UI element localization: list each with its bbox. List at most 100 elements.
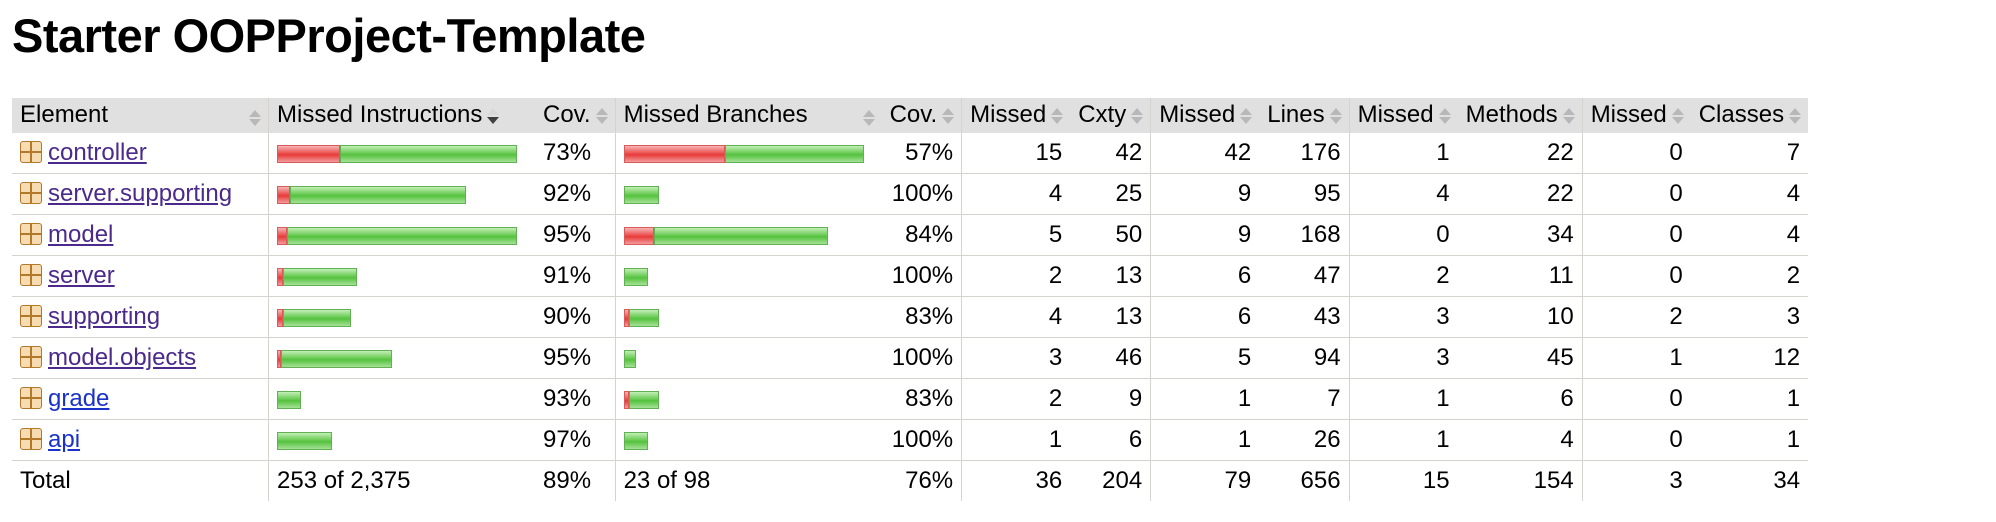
total-missed-cxty: 36: [961, 460, 1071, 501]
sort-icon: [1329, 107, 1342, 125]
col-header-lines[interactable]: Lines: [1259, 98, 1350, 133]
cxty-cell: 13: [1070, 255, 1151, 297]
instruction-coverage-bar: [277, 390, 301, 409]
col-header-branch-cov[interactable]: Cov.: [881, 98, 962, 133]
package-link[interactable]: model.objects: [48, 344, 196, 371]
sort-icon: [1050, 107, 1064, 125]
package-icon: [20, 387, 42, 409]
missed-methods-cell: 1: [1348, 419, 1458, 461]
col-header-missed-instructions[interactable]: Missed Instructions: [268, 98, 535, 133]
total-branches: 23 of 98: [614, 460, 882, 501]
classes-cell: 1: [1690, 378, 1809, 420]
covered-segment: [628, 390, 659, 409]
branch-cov-cell: 100%: [881, 419, 962, 461]
col-header-missed-branches[interactable]: Missed Branches: [614, 98, 882, 133]
classes-cell: 3: [1690, 296, 1809, 338]
classes-cell: 12: [1690, 337, 1809, 379]
missed-instructions-cell: [268, 378, 535, 420]
page-title: Starter OOPProject-Template: [12, 9, 646, 62]
element-cell: controller: [12, 132, 269, 174]
missed-cxty-cell: 2: [961, 255, 1071, 297]
package-link[interactable]: server.supporting: [48, 180, 232, 207]
missed-lines-cell: 6: [1150, 255, 1260, 297]
total-lines: 656: [1259, 460, 1350, 501]
missed-lines-cell: 9: [1150, 173, 1260, 215]
missed-segment: [623, 226, 654, 245]
col-header-missed-methods[interactable]: Missed: [1348, 98, 1458, 133]
instruction-coverage-bar: [277, 267, 357, 286]
package-link[interactable]: grade: [48, 385, 109, 412]
missed-methods-cell: 1: [1348, 378, 1458, 420]
sort-icon: [1438, 107, 1451, 125]
col-header-missed-instructions-label: Missed Instructions: [277, 101, 483, 128]
missed-segment: [277, 226, 287, 245]
col-header-missed-classes[interactable]: Missed: [1581, 98, 1691, 133]
classes-cell: 1: [1690, 419, 1809, 461]
cxty-cell: 46: [1070, 337, 1151, 379]
classes-cell: 2: [1690, 255, 1809, 297]
missed-classes-cell: 0: [1581, 173, 1691, 215]
package-link[interactable]: api: [48, 426, 80, 453]
classes-cell: 7: [1690, 132, 1809, 174]
instr-cov-cell: 92%: [535, 173, 616, 215]
missed-branches-cell: [614, 378, 882, 420]
covered-segment: [277, 431, 332, 450]
classes-cell: 4: [1690, 214, 1809, 256]
methods-cell: 45: [1457, 337, 1583, 379]
total-branch-cov: 76%: [881, 460, 962, 501]
covered-segment: [281, 349, 392, 368]
missed-cxty-cell: 3: [961, 337, 1071, 379]
col-header-instr-cov[interactable]: Cov.: [535, 98, 616, 133]
branch-coverage-bar: [623, 308, 659, 327]
package-link[interactable]: model: [48, 221, 113, 248]
table-row: controller 73% 57% 15 42 42 176 1 22 0 7: [12, 132, 1809, 174]
package-icon: [20, 346, 42, 368]
table-footer: Total 253 of 2,375 89% 23 of 98 76% 36 2…: [12, 460, 1809, 501]
lines-cell: 94: [1259, 337, 1350, 379]
col-header-missed-cxty[interactable]: Missed: [961, 98, 1071, 133]
missed-cxty-cell: 4: [961, 173, 1071, 215]
total-instr-cov: 89%: [535, 460, 616, 501]
missed-classes-cell: 0: [1581, 214, 1691, 256]
col-header-cxty[interactable]: Cxty: [1070, 98, 1151, 133]
col-header-missed-lines[interactable]: Missed: [1150, 98, 1260, 133]
branch-coverage-bar: [623, 431, 648, 450]
instr-cov-cell: 73%: [535, 132, 616, 174]
total-row: Total 253 of 2,375 89% 23 of 98 76% 36 2…: [12, 460, 1809, 501]
sort-icon: [941, 107, 955, 125]
lines-cell: 168: [1259, 214, 1350, 256]
element-cell: server: [12, 255, 269, 297]
branch-coverage-bar: [623, 390, 659, 409]
methods-cell: 10: [1457, 296, 1583, 338]
covered-segment: [623, 349, 636, 368]
col-header-element[interactable]: Element: [12, 98, 269, 133]
missed-classes-cell: 0: [1581, 419, 1691, 461]
missed-cxty-cell: 1: [961, 419, 1071, 461]
missed-cxty-cell: 5: [961, 214, 1071, 256]
instr-cov-cell: 91%: [535, 255, 616, 297]
col-header-classes-label: Classes: [1698, 101, 1785, 128]
col-header-element-label: Element: [20, 101, 109, 128]
package-link[interactable]: supporting: [48, 303, 160, 330]
missed-cxty-cell: 4: [961, 296, 1071, 338]
missed-branches-cell: [614, 214, 882, 256]
instr-cov-cell: 93%: [535, 378, 616, 420]
col-header-classes[interactable]: Classes: [1690, 98, 1809, 133]
cxty-cell: 50: [1070, 214, 1151, 256]
package-link[interactable]: server: [48, 262, 115, 289]
methods-cell: 22: [1457, 132, 1583, 174]
missed-branches-cell: [614, 419, 882, 461]
branch-cov-cell: 100%: [881, 173, 962, 215]
missed-branches-cell: [614, 337, 882, 379]
missed-methods-cell: 3: [1348, 296, 1458, 338]
lines-cell: 176: [1259, 132, 1350, 174]
missed-methods-cell: 0: [1348, 214, 1458, 256]
col-header-methods[interactable]: Methods: [1457, 98, 1583, 133]
missed-instructions-cell: [268, 337, 535, 379]
missed-instructions-cell: [268, 255, 535, 297]
total-cxty: 204: [1070, 460, 1151, 501]
sort-icon: [1562, 107, 1575, 125]
missed-instructions-cell: [268, 173, 535, 215]
package-link[interactable]: controller: [48, 139, 147, 166]
missed-branches-cell: [614, 173, 882, 215]
